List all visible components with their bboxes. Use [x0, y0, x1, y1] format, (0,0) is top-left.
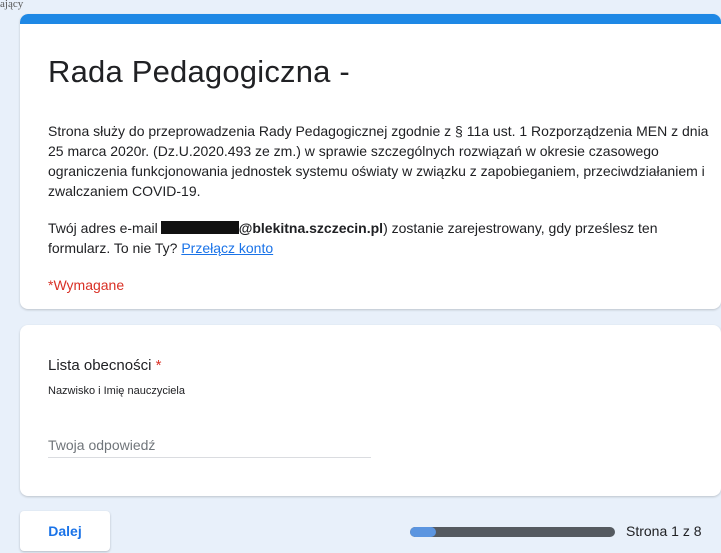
- form-header-card: Rada Pedagogiczna - Strona służy do prze…: [20, 14, 721, 309]
- question-help-text: Nazwisko i Imię nauczyciela: [48, 385, 185, 397]
- answer-input[interactable]: [48, 433, 371, 458]
- form-description: Strona służy do przeprowadzenia Rady Ped…: [48, 123, 709, 199]
- question-title-text: Lista obecności: [48, 357, 152, 374]
- progress-bar-fill: [410, 527, 436, 537]
- redacted-email-block: [160, 221, 239, 234]
- page-indicator: Strona 1 z 8: [626, 523, 702, 539]
- next-button[interactable]: Dalej: [20, 511, 110, 551]
- required-asterisk: *: [155, 357, 162, 374]
- progress-bar: [410, 527, 615, 537]
- required-note: *Wymagane: [48, 277, 125, 293]
- email-notice-prefix: Twój adres e-mail: [48, 220, 158, 236]
- email-domain: @blekitna.szczecin.pl: [238, 220, 384, 236]
- form-page: ający Rada Pedagogiczna - Strona służy d…: [0, 0, 721, 553]
- email-notice: Twój adres e-mail @blekitna.szczecin.pl) …: [48, 218, 718, 258]
- header-accent-bar: [20, 14, 721, 24]
- switch-account-link[interactable]: Przełącz konto: [181, 240, 273, 256]
- form-title: Rada Pedagogiczna -: [48, 54, 350, 89]
- question-title: Lista obecności *: [48, 357, 161, 374]
- question-card-attendance: Lista obecności * Nazwisko i Imię nauczy…: [20, 325, 721, 496]
- top-cropped-text: ający: [0, 0, 24, 10]
